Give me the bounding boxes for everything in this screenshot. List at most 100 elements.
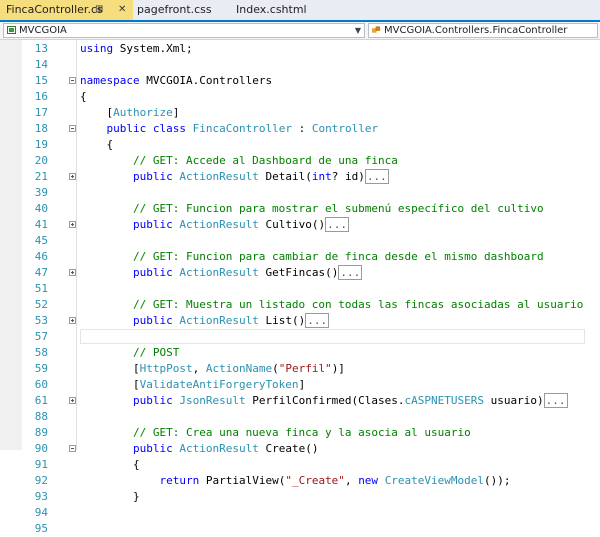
collapsed-region-marker[interactable]: ...: [338, 265, 363, 280]
pin-icon[interactable]: ⊞: [95, 0, 103, 20]
tab-index-cshtml[interactable]: Index.cshtml: [236, 0, 307, 20]
code-line[interactable]: 20 // GET: Accede al Dashboard de una fi…: [0, 153, 600, 169]
code-token: ActionResult: [179, 314, 259, 327]
tab-finca-controller[interactable]: FincaController.cs ⊞ ✕: [0, 0, 133, 20]
code-token: public: [132, 442, 173, 455]
document-tab-bar: FincaController.cs ⊞ ✕ pagefront.css Ind…: [0, 0, 600, 22]
code-line[interactable]: 93 }: [0, 489, 600, 505]
code-line[interactable]: 88: [0, 409, 600, 425]
code-line[interactable]: 39: [0, 185, 600, 201]
code-line[interactable]: 91 {: [0, 457, 600, 473]
tab-pagefront-css[interactable]: pagefront.css: [133, 0, 212, 20]
code-token: Create(): [258, 442, 319, 455]
code-token: // GET: Funcion para mostrar el submenú …: [80, 202, 544, 215]
code-line[interactable]: 95: [0, 521, 600, 537]
code-token: MVCGOIA.Controllers: [139, 74, 273, 87]
line-number: 14: [34, 58, 48, 71]
code-text: public ActionResult List()...: [80, 313, 330, 329]
code-line[interactable]: 16 {: [0, 89, 600, 105]
code-line[interactable]: 60 [ValidateAntiForgeryToken]: [0, 377, 600, 393]
code-line[interactable]: 46 // GET: Funcion para cambiar de finca…: [0, 249, 600, 265]
expand-icon[interactable]: [69, 221, 76, 228]
code-line[interactable]: 51: [0, 281, 600, 297]
code-token: ActionName: [205, 362, 273, 375]
code-line[interactable]: 13 using System.Xml;: [0, 41, 600, 57]
code-line[interactable]: 61 public JsonResult PerfilConfirmed(Cla…: [0, 393, 600, 409]
collapsed-region-marker[interactable]: ...: [364, 169, 389, 184]
code-text: public JsonResult PerfilConfirmed(Clases…: [80, 393, 568, 409]
expand-icon[interactable]: [69, 269, 76, 276]
code-line[interactable]: 15 namespace MVCGOIA.Controllers: [0, 73, 600, 89]
collapsed-region-marker[interactable]: ...: [325, 217, 349, 232]
code-token: [: [80, 378, 140, 391]
code-token: return: [159, 474, 200, 487]
code-token: (: [272, 362, 279, 375]
class-dropdown[interactable]: MVCGOIA.Controllers.FincaController: [368, 23, 598, 38]
code-line[interactable]: 40 // GET: Funcion para mostrar el subme…: [0, 201, 600, 217]
code-text: public ActionResult Create(): [80, 441, 318, 457]
line-number: 41: [34, 218, 48, 231]
code-line[interactable]: 53 public ActionResult List()...: [0, 313, 600, 329]
code-text: }: [80, 489, 140, 505]
line-number: 93: [34, 490, 48, 503]
code-token: {: [80, 138, 114, 151]
code-text: public class FincaController : Controlle…: [80, 121, 379, 137]
code-token: ActionResult: [179, 218, 259, 231]
code-line[interactable]: 18 public class FincaController : Contro…: [0, 121, 600, 137]
code-token: ());: [484, 474, 511, 487]
code-text: [Authorize]: [80, 105, 179, 121]
code-token: usuario): [484, 394, 544, 407]
code-line[interactable]: 52 // GET: Muestra un listado con todas …: [0, 297, 600, 313]
code-text: // GET: Crea una nueva finca y la asocia…: [80, 425, 471, 441]
code-token: List(): [258, 314, 306, 327]
code-line[interactable]: 14: [0, 57, 600, 73]
collapse-icon[interactable]: [69, 125, 76, 132]
code-line[interactable]: 58 // POST: [0, 345, 600, 361]
line-number: 59: [34, 362, 48, 375]
collapsed-region-marker[interactable]: ...: [305, 313, 330, 328]
code-token: ActionResult: [179, 266, 259, 279]
code-token: ActionResult: [179, 442, 259, 455]
code-token: {: [80, 90, 87, 103]
expand-icon[interactable]: [69, 173, 76, 180]
project-dropdown[interactable]: MVCGOIA ▼: [3, 23, 365, 38]
expand-icon[interactable]: [69, 317, 76, 324]
code-text: {: [80, 137, 113, 153]
code-line[interactable]: 89 // GET: Crea una nueva finca y la aso…: [0, 425, 600, 441]
code-line[interactable]: 59 [HttpPost, ActionName("Perfil")]: [0, 361, 600, 377]
code-token: ,: [344, 474, 359, 487]
code-token: namespace: [80, 74, 140, 87]
line-number: 60: [34, 378, 48, 391]
code-token: GetFincas(): [258, 266, 339, 279]
code-text: using System.Xml;: [80, 41, 193, 57]
code-line[interactable]: 47 public ActionResult GetFincas()...: [0, 265, 600, 281]
project-name: MVCGOIA: [19, 25, 67, 36]
close-icon[interactable]: ✕: [118, 0, 126, 20]
code-line[interactable]: 90 public ActionResult Create(): [0, 441, 600, 457]
collapse-icon[interactable]: [69, 445, 76, 452]
expand-icon[interactable]: [69, 397, 76, 404]
code-line[interactable]: 21 public ActionResult Detail(int? id)..…: [0, 169, 600, 185]
code-token: new: [358, 474, 379, 487]
code-line[interactable]: 41 public ActionResult Cultivo()...: [0, 217, 600, 233]
code-line[interactable]: 94: [0, 505, 600, 521]
code-text: [ValidateAntiForgeryToken]: [80, 377, 305, 393]
code-token: int: [311, 170, 332, 183]
line-number: 52: [34, 298, 48, 311]
collapsed-region-marker[interactable]: ...: [543, 393, 568, 408]
code-line[interactable]: 57: [0, 329, 600, 345]
code-editor[interactable]: 13 using System.Xml; 14 15 namespace MVCGOIA…: [0, 40, 600, 535]
code-line[interactable]: 92 return PartialView("_Create", new Cre…: [0, 473, 600, 489]
code-line[interactable]: 45: [0, 233, 600, 249]
code-token: // GET: Crea una nueva finca y la asocia…: [80, 426, 471, 439]
code-line[interactable]: 19 {: [0, 137, 600, 153]
code-text: public ActionResult Detail(int? id)...: [80, 169, 389, 185]
collapse-icon[interactable]: [69, 77, 76, 84]
line-number: 17: [34, 106, 48, 119]
code-line[interactable]: 17 [Authorize]: [0, 105, 600, 121]
